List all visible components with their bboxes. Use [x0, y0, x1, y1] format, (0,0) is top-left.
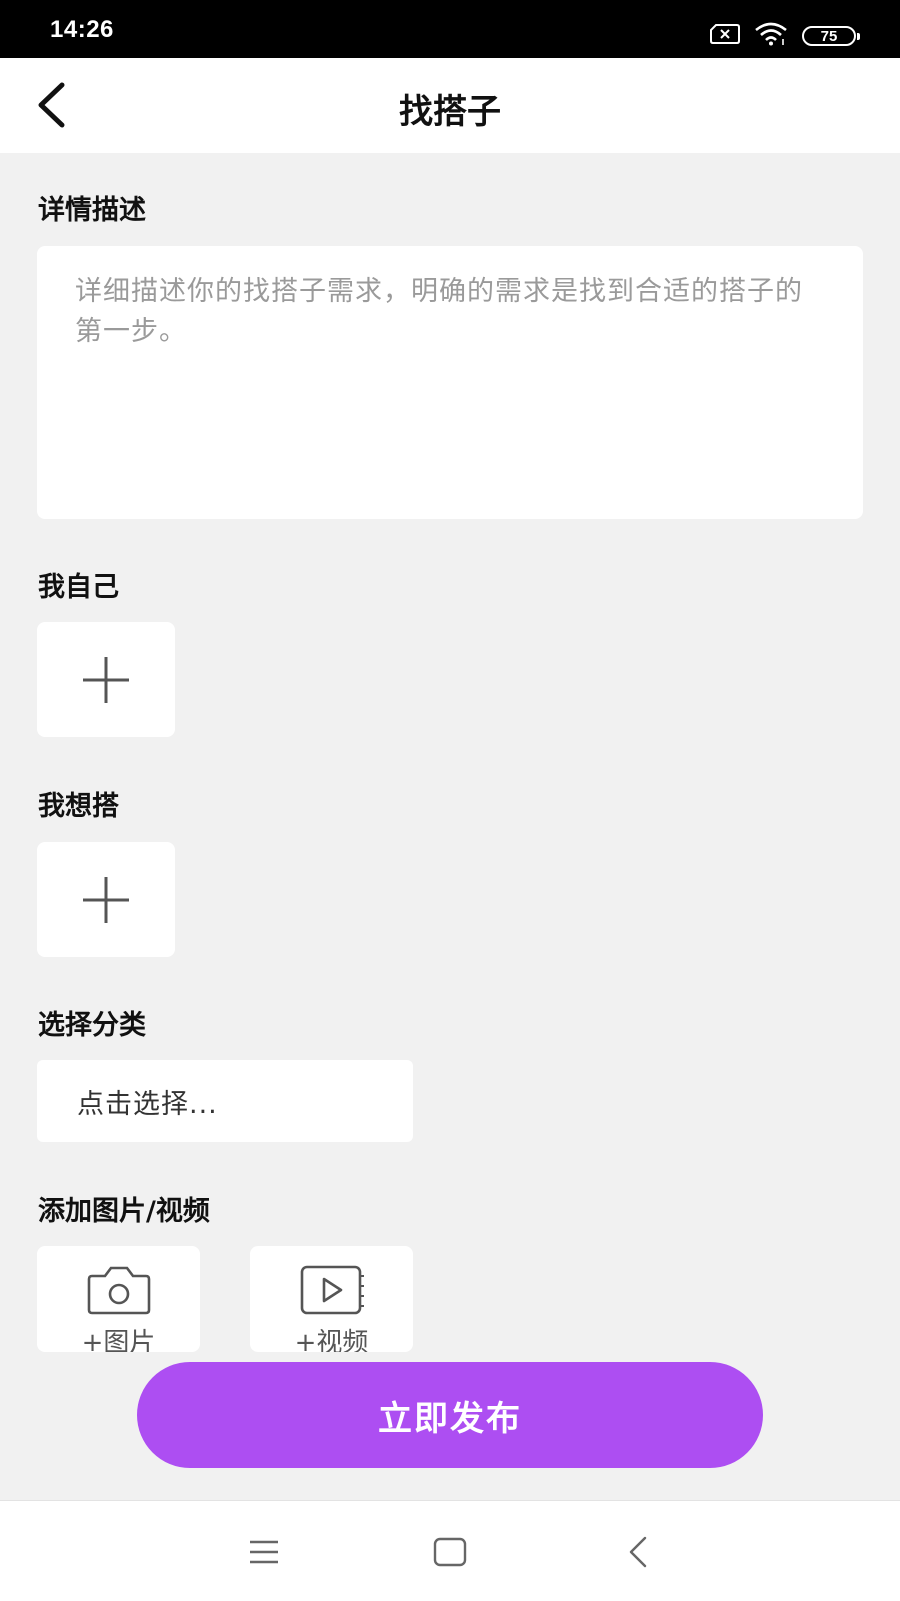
want-partner-label: 我想搭	[38, 791, 119, 822]
home-icon	[433, 1537, 467, 1567]
wifi-icon	[754, 22, 788, 50]
add-video-label: +视频	[294, 1328, 369, 1352]
system-back-button[interactable]	[614, 1531, 662, 1573]
header: 找搭子	[0, 58, 900, 153]
category-select[interactable]: 点击选择...	[37, 1060, 413, 1142]
battery-icon: 75	[802, 26, 860, 46]
video-icon	[300, 1265, 364, 1315]
status-icons: 75	[710, 22, 860, 50]
home-button[interactable]	[426, 1531, 474, 1573]
publish-button[interactable]: 立即发布	[137, 1362, 763, 1468]
system-nav-bar	[0, 1500, 900, 1601]
back-icon	[629, 1536, 647, 1568]
menu-icon	[250, 1540, 278, 1564]
media-label: 添加图片/视频	[38, 1196, 210, 1227]
add-myself-button[interactable]	[37, 622, 175, 737]
myself-label: 我自己	[38, 572, 119, 603]
category-placeholder: 点击选择...	[77, 1088, 218, 1120]
add-image-button[interactable]: +图片	[37, 1246, 200, 1352]
camera-icon	[87, 1266, 150, 1315]
category-label: 选择分类	[38, 1010, 146, 1041]
battery-level: 75	[820, 27, 838, 45]
page-title: 找搭子	[399, 92, 501, 132]
description-textarea[interactable]: 详细描述你的找搭子需求，明确的需求是找到合适的搭子的第一步。	[37, 246, 863, 519]
add-video-button[interactable]: +视频	[250, 1246, 413, 1352]
add-partner-button[interactable]	[37, 842, 175, 957]
description-placeholder: 详细描述你的找搭子需求，明确的需求是找到合适的搭子的第一步。	[75, 276, 803, 347]
status-bar: 14:26 75	[0, 0, 900, 58]
status-time: 14:26	[50, 16, 114, 43]
plus-icon	[83, 656, 129, 703]
add-image-label: +图片	[81, 1328, 156, 1352]
menu-button[interactable]	[240, 1531, 288, 1573]
plus-icon	[83, 876, 129, 923]
scroll-edge	[0, 1352, 900, 1362]
sim-x-icon	[710, 24, 740, 48]
description-label: 详情描述	[38, 195, 146, 226]
